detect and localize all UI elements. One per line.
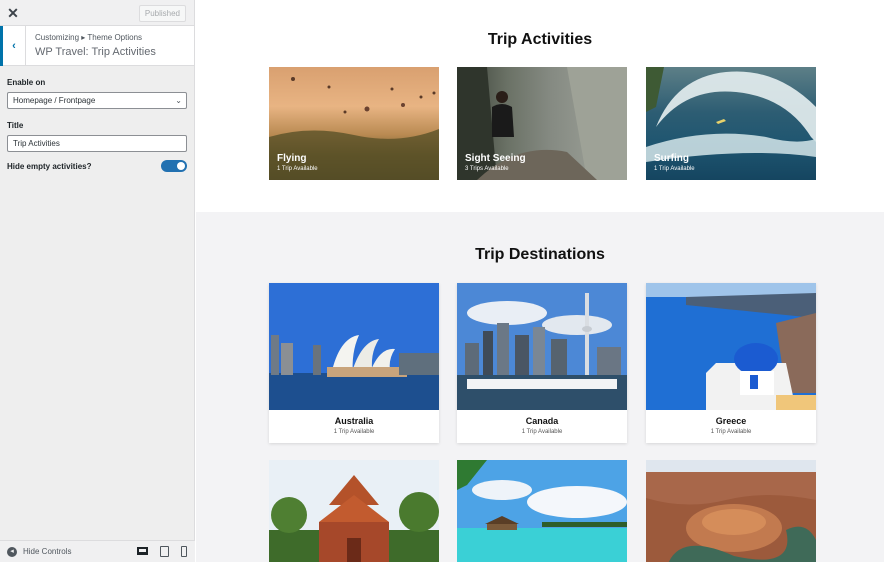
controls-panel: Enable on Homepage / Frontpage ⌄ Title H… [0,66,194,172]
section-header: ‹ Customizing ▸ Theme Options WP Travel:… [0,26,194,66]
destination-card-greece[interactable]: Greece 1 Trip Available [646,283,816,443]
destination-card-canyon[interactable] [646,460,816,562]
hide-empty-row: Hide empty activities? [7,160,187,172]
activity-caption: Sight Seeing 3 Trips Available [465,153,526,172]
site-preview: Trip Activities Flying 1 Trip Available [196,0,884,562]
canada-image [457,283,627,410]
trip-activities-section: Trip Activities Flying 1 Trip Available [196,0,884,212]
hide-empty-label: Hide empty activities? [7,161,92,171]
activity-count: 1 Trip Available [277,166,318,172]
close-icon[interactable]: ✕ [0,0,26,26]
activity-caption: Flying 1 Trip Available [277,153,318,172]
desktop-preview-icon[interactable] [137,547,148,555]
activity-name: Surfing [654,153,689,164]
breadcrumb: Customizing ▸ Theme Options [35,33,143,42]
title-label: Title [7,121,24,130]
activity-caption: Surfing 1 Trip Available [654,153,695,172]
destination-count: 1 Trip Available [333,429,375,435]
activity-card-flying[interactable]: Flying 1 Trip Available [269,67,439,180]
section-title: WP Travel: Trip Activities [35,46,156,58]
customizer-sidebar: ✕ Published ‹ Customizing ▸ Theme Option… [0,0,195,562]
enable-on-value: Homepage / Frontpage [13,96,96,105]
trip-destinations-heading: Trip Destinations [475,246,605,263]
canyon-image [646,460,816,562]
toggle-knob [177,162,185,170]
chevron-down-icon: ⌄ [175,96,182,105]
destination-name: Canada [525,416,559,426]
destination-count: 1 Trip Available [710,429,752,435]
destination-name: Greece [715,416,747,426]
back-arrow-icon[interactable]: ‹ [0,26,26,66]
hide-controls-button[interactable]: Hide Controls [23,547,71,556]
device-switcher [137,546,187,557]
activity-name: Flying [277,153,307,164]
beach-image [457,460,627,562]
temple-image [269,460,439,562]
destination-card-australia[interactable]: Australia 1 Trip Available [269,283,439,443]
activity-count: 1 Trip Available [654,166,695,172]
activity-name: Sight Seeing [465,153,526,164]
hide-empty-toggle[interactable] [161,160,187,172]
destination-card-canada[interactable]: Canada 1 Trip Available [457,283,627,443]
customizer-topbar: ✕ Published [0,0,194,26]
trip-destinations-section: Trip Destinations Australia 1 Trip Avail… [196,212,884,562]
published-button[interactable]: Published [138,5,186,22]
trip-activities-heading: Trip Activities [487,31,593,48]
enable-on-select[interactable]: Homepage / Frontpage ⌄ [7,92,187,109]
destination-count: 1 Trip Available [521,429,563,435]
activity-card-surfing[interactable]: Surfing 1 Trip Available [646,67,816,180]
title-input[interactable] [7,135,187,152]
australia-image [269,283,439,410]
mobile-preview-icon[interactable] [181,546,187,557]
activity-count: 3 Trips Available [465,166,509,172]
destination-name: Australia [334,416,374,426]
customizer-footer: ◂ Hide Controls [0,540,195,562]
destination-card-beach[interactable] [457,460,627,562]
tablet-preview-icon[interactable] [160,546,169,557]
activity-card-sight-seeing[interactable]: Sight Seeing 3 Trips Available [457,67,627,180]
greece-image [646,283,816,410]
destination-card-temple[interactable] [269,460,439,562]
enable-on-label: Enable on [7,78,46,87]
hide-controls-icon[interactable]: ◂ [7,546,17,557]
